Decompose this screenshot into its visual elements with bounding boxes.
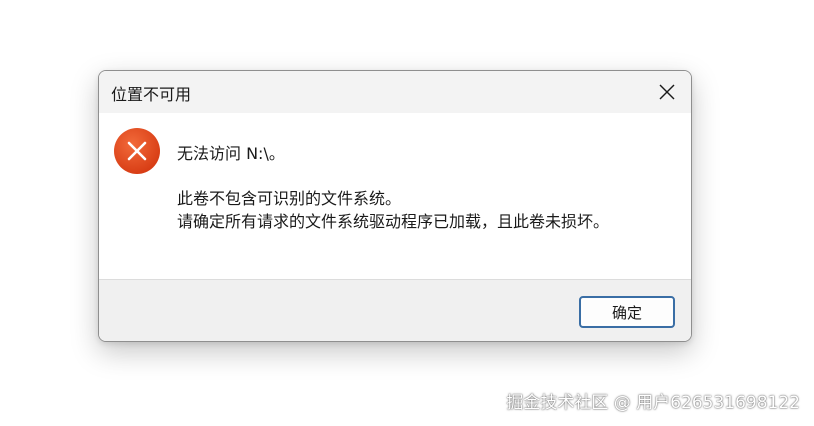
close-button[interactable] [649,75,685,109]
ok-button-label: 确定 [611,303,642,322]
screen: 位置不可用 无法访问 N:\。 此卷不包含可识别的文件系统。 请确定所有请求的文… [0,0,814,426]
dialog-content: 无法访问 N:\。 此卷不包含可识别的文件系统。 请确定所有请求的文件系统驱动程… [99,113,691,279]
dialog-title: 位置不可用 [111,85,192,104]
error-detail-line-2: 请确定所有请求的文件系统驱动程序已加载，且此卷未损坏。 [177,212,610,231]
error-x-icon [114,128,160,174]
ok-button[interactable]: 确定 [579,296,675,328]
watermark: 掘金技术社区 @ 用户626531698122 [506,393,800,413]
error-message: 无法访问 N:\。 [177,144,285,163]
title-bar: 位置不可用 [99,71,691,113]
error-detail-line-1: 此卷不包含可识别的文件系统。 [177,189,402,208]
error-dialog: 位置不可用 无法访问 N:\。 此卷不包含可识别的文件系统。 请确定所有请求的文… [98,70,692,342]
dialog-footer: 确定 [99,279,691,341]
error-detail: 此卷不包含可识别的文件系统。 请确定所有请求的文件系统驱动程序已加载，且此卷未损… [177,187,609,233]
close-icon [659,84,675,100]
